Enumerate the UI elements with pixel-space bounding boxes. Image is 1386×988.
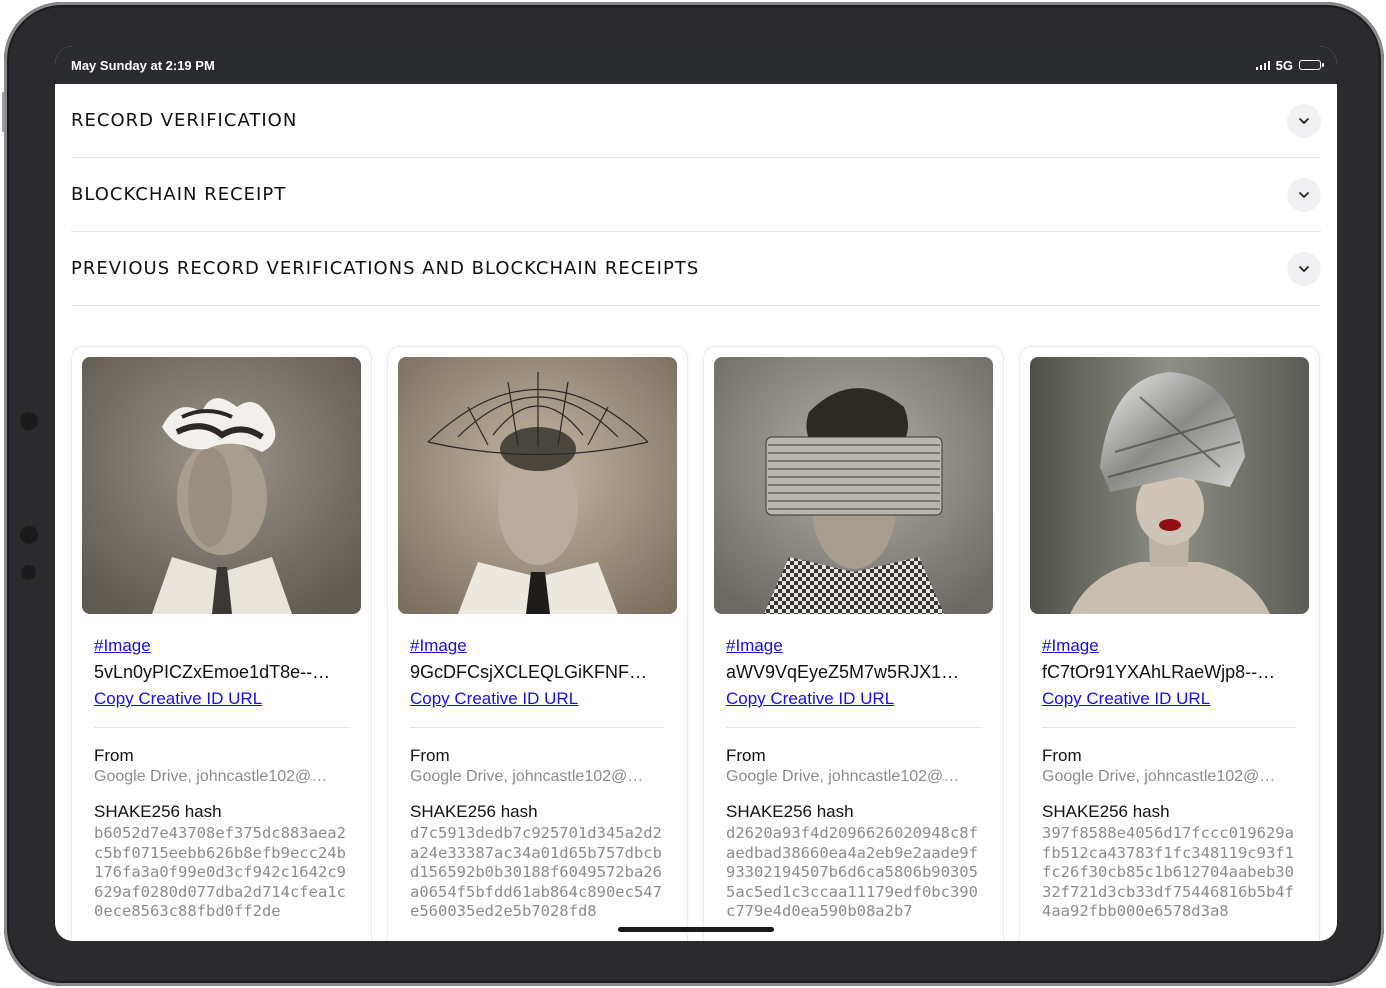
expand-button[interactable]: [1287, 177, 1321, 212]
copy-creative-id-link[interactable]: Copy Creative ID URL: [1042, 689, 1297, 709]
network-label: 5G: [1275, 57, 1293, 73]
from-value: Google Drive, johncastle102@…: [94, 768, 328, 785]
copy-creative-id-link[interactable]: Copy Creative ID URL: [726, 689, 981, 709]
from-label: From: [94, 746, 134, 765]
expand-button[interactable]: [1287, 251, 1321, 286]
creative-id: 5vLn0yPICZxEmoe1dT8e--…: [94, 662, 331, 682]
divider: [726, 727, 981, 728]
status-bar: May Sunday at 2:19 PM 5G: [55, 46, 1337, 84]
record-thumbnail[interactable]: [1030, 357, 1309, 614]
accordion-title: RECORD VERIFICATION: [71, 110, 298, 131]
hash-value: 397f8588e4056d17fccc019629afb512ca43783f…: [1042, 824, 1294, 920]
divider: [94, 727, 349, 728]
from-value: Google Drive, johncastle102@…: [726, 768, 960, 785]
image-tag-link[interactable]: #Image: [94, 636, 349, 656]
record-card-list: #Image 5vLn0yPICZxEmoe1dT8e--… Copy Crea…: [71, 346, 1321, 941]
sensor-dot: [20, 526, 38, 544]
from-value: Google Drive, johncastle102@…: [410, 768, 644, 785]
creative-id: fC7tOr91YXAhLRaeWjp8--…: [1042, 662, 1276, 682]
record-card: #Image aWV9VqEyeZ5M7w5RJX1… Copy Creativ…: [703, 346, 1004, 941]
image-tag-link[interactable]: #Image: [410, 636, 665, 656]
from-label: From: [410, 746, 450, 765]
from-label: From: [726, 746, 766, 765]
hash-value: d2620a93f4d2096626020948c8faedbad38660ea…: [726, 824, 978, 920]
record-thumbnail[interactable]: [82, 357, 361, 614]
expand-button[interactable]: [1287, 103, 1321, 138]
main-content: RECORD VERIFICATION BLOCKCHAIN RECEIPT P…: [55, 84, 1337, 941]
record-thumbnail[interactable]: [398, 357, 677, 614]
record-thumbnail[interactable]: [714, 357, 993, 614]
hash-label: SHAKE256 hash: [94, 802, 222, 821]
chevron-down-icon: [1299, 265, 1309, 272]
record-card: #Image 5vLn0yPICZxEmoe1dT8e--… Copy Crea…: [71, 346, 372, 941]
hash-value: d7c5913dedb7c925701d345a2d2a24e33387ac34…: [410, 824, 662, 920]
signal-icon: [1255, 60, 1270, 70]
creative-id: 9GcDFCsjXCLEQLGiKFNF…: [410, 662, 648, 682]
divider: [410, 727, 665, 728]
sensor-dot: [21, 565, 36, 580]
record-card: #Image fC7tOr91YXAhLRaeWjp8--… Copy Crea…: [1019, 346, 1320, 941]
volume-button: [2, 92, 5, 132]
from-value: Google Drive, johncastle102@…: [1042, 768, 1276, 785]
accordion-title: BLOCKCHAIN RECEIPT: [71, 184, 287, 205]
image-tag-link[interactable]: #Image: [1042, 636, 1297, 656]
image-tag-link[interactable]: #Image: [726, 636, 981, 656]
status-time: May Sunday at 2:19 PM: [71, 57, 215, 73]
accordion-record-verification[interactable]: RECORD VERIFICATION: [71, 84, 1321, 158]
divider: [1042, 727, 1297, 728]
chevron-down-icon: [1299, 191, 1309, 198]
record-card: #Image 9GcDFCsjXCLEQLGiKFNF… Copy Creati…: [387, 346, 688, 941]
accordion-blockchain-receipt[interactable]: BLOCKCHAIN RECEIPT: [71, 158, 1321, 232]
screen: May Sunday at 2:19 PM 5G RECORD VERIFICA…: [55, 46, 1337, 941]
hash-label: SHAKE256 hash: [410, 802, 538, 821]
copy-creative-id-link[interactable]: Copy Creative ID URL: [94, 689, 349, 709]
hash-label: SHAKE256 hash: [726, 802, 854, 821]
from-label: From: [1042, 746, 1082, 765]
creative-id: aWV9VqEyeZ5M7w5RJX1…: [726, 662, 960, 682]
home-indicator[interactable]: [618, 927, 774, 932]
hash-value: b6052d7e43708ef375dc883aea2c5bf0715eebb6…: [94, 824, 346, 920]
accordion-title: PREVIOUS RECORD VERIFICATIONS AND BLOCKC…: [71, 258, 700, 279]
accordion-previous-verifications[interactable]: PREVIOUS RECORD VERIFICATIONS AND BLOCKC…: [71, 232, 1321, 306]
hash-label: SHAKE256 hash: [1042, 802, 1170, 821]
front-camera: [20, 412, 38, 430]
copy-creative-id-link[interactable]: Copy Creative ID URL: [410, 689, 665, 709]
chevron-down-icon: [1299, 117, 1309, 124]
battery-icon: [1299, 60, 1324, 70]
